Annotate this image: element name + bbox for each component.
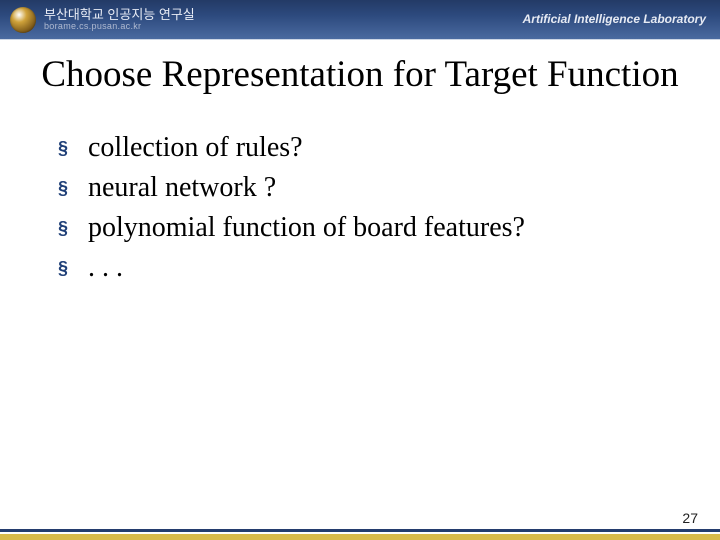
slide: 부산대학교 인공지능 연구실 borame.cs.pusan.ac.kr Art… [0,0,720,540]
university-url: borame.cs.pusan.ac.kr [44,21,195,31]
footer-bar [0,529,720,540]
list-item: § collection of rules? [58,131,720,165]
bullet-icon: § [58,131,88,165]
list-item: § . . . [58,251,720,285]
footer-stripe-blue [0,529,720,532]
university-name-block: 부산대학교 인공지능 연구실 borame.cs.pusan.ac.kr [44,8,195,32]
lab-name: Artificial Intelligence Laboratory [523,12,706,26]
footer-stripe-gold [0,534,720,540]
list-item: § polynomial function of board features? [58,211,720,245]
bullet-text: . . . [88,251,123,285]
bullet-text: polynomial function of board features? [88,211,525,245]
university-name: 부산대학교 인공지능 연구실 [44,8,195,22]
header-bar: 부산대학교 인공지능 연구실 borame.cs.pusan.ac.kr Art… [0,0,720,40]
page-number: 27 [682,510,698,526]
bullet-text: neural network ? [88,171,276,205]
university-logo-icon [10,7,36,33]
bullet-text: collection of rules? [88,131,303,165]
bullet-list: § collection of rules? § neural network … [0,131,720,285]
bullet-icon: § [58,171,88,205]
slide-title: Choose Representation for Target Functio… [0,54,720,95]
header-left: 부산대학교 인공지능 연구실 borame.cs.pusan.ac.kr [0,7,195,33]
list-item: § neural network ? [58,171,720,205]
bullet-icon: § [58,211,88,245]
bullet-icon: § [58,251,88,285]
